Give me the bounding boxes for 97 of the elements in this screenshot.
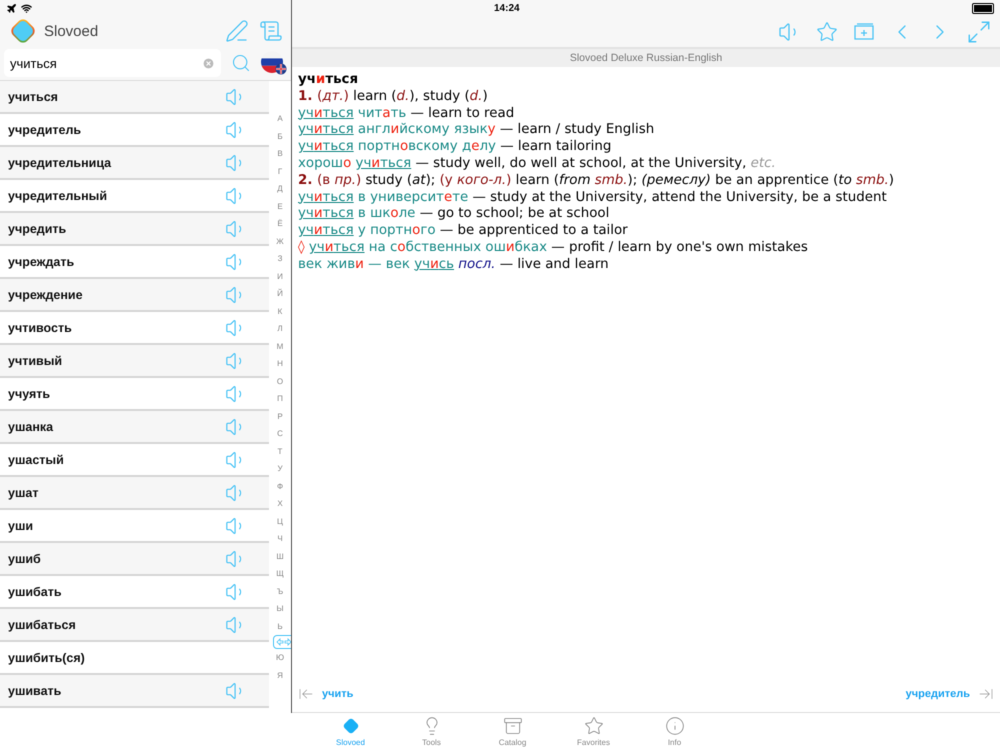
index-letter[interactable]: Ч	[277, 530, 283, 548]
index-letter[interactable]: К	[278, 302, 282, 320]
entry-line: учиться	[298, 72, 360, 89]
entry-line: учиться у портного — be apprenticed to a tailor	[298, 223, 629, 240]
entry-line: учиться портновскому делу — learn tailoring	[298, 139, 612, 156]
index-letter[interactable]: У	[277, 460, 283, 478]
index-letter[interactable]: Ъ	[276, 582, 284, 600]
index-letter[interactable]: Е	[277, 198, 283, 215]
word-list-item[interactable]: ушат	[0, 477, 269, 510]
tab[interactable]: Slovoed	[310, 713, 391, 750]
word-list-item[interactable]: учреждение	[0, 279, 269, 312]
entry-line: хорошо учиться — study well, do well at school, at the University, etc.	[298, 156, 777, 173]
word-link[interactable]: учись	[414, 256, 454, 272]
index-letter[interactable]: Р	[277, 408, 283, 425]
tab-label: Slovoed	[336, 738, 365, 747]
tab[interactable]: Catalog	[472, 713, 553, 750]
tab[interactable]: Info	[634, 713, 715, 750]
entry-line: учиться читать — learn to read	[298, 106, 516, 122]
star-icon	[584, 716, 604, 736]
word-list-item[interactable]: учредительница	[0, 147, 269, 180]
word-list-item[interactable]: ушанка	[0, 411, 269, 444]
airplane-icon	[6, 2, 17, 14]
next-icon[interactable]	[978, 686, 994, 702]
index-letter[interactable]: Ш	[276, 548, 284, 565]
word-link[interactable]: учиться	[298, 106, 354, 121]
previous-icon[interactable]	[298, 686, 314, 702]
word-link[interactable]: учиться	[298, 190, 354, 205]
tab[interactable]: Tools	[391, 713, 472, 750]
index-letter[interactable]: Ф	[276, 478, 284, 495]
entry-line: учиться в университете — study at the University, attend the University, be a student	[298, 190, 888, 206]
tab-label: Tools	[422, 738, 441, 747]
drawer-icon	[502, 716, 522, 736]
index-letter[interactable]: В	[277, 145, 283, 162]
index-letter[interactable]: И	[277, 268, 283, 285]
tab-label: Info	[668, 738, 682, 747]
status-time: 14:24	[494, 2, 520, 14]
index-letter[interactable]: П	[277, 390, 283, 408]
index-letter[interactable]: С	[277, 425, 283, 442]
arrows-icon	[276, 638, 291, 646]
splitter-handle[interactable]	[273, 635, 291, 649]
index-letter[interactable]: Я	[277, 666, 283, 684]
word-list-item[interactable]: учредить	[0, 213, 269, 246]
history-icon[interactable]	[259, 19, 283, 43]
index-letter[interactable]: Ь	[277, 618, 283, 635]
tab-label: Favorites	[577, 738, 610, 747]
search-field[interactable]: учиться	[10, 56, 202, 70]
index-letter[interactable]: Г	[278, 162, 282, 180]
entry-line: 1. (дт.) learn (d.), study (d.)	[298, 88, 489, 106]
word-list-item[interactable]: ушибаться	[0, 609, 269, 642]
entry-line: век живи — век учись посл. — live and learn	[298, 256, 610, 274]
info-icon	[664, 716, 684, 736]
index-letter[interactable]: О	[276, 372, 284, 390]
star-icon[interactable]	[816, 20, 838, 42]
previous-word-link[interactable]: учить	[322, 688, 354, 700]
entry-line: ◊ учиться на собственных ошибках — profit / learn by one's own mistakes	[298, 240, 809, 257]
index-letter[interactable]: Ж	[276, 232, 284, 250]
index-letter[interactable]: Ы	[276, 600, 284, 618]
next-word-link[interactable]: учредитель	[906, 688, 970, 700]
dictionary-title: Slovoed Deluxe Russian-English	[292, 49, 1000, 67]
word-link[interactable]: учиться	[356, 156, 412, 171]
handwriting-icon[interactable]	[225, 19, 249, 43]
index-letter[interactable]: М	[276, 338, 284, 355]
index-letter[interactable]: Б	[277, 128, 283, 145]
index-letter[interactable]: Ю	[276, 649, 284, 666]
word-list-item[interactable]: ушивать	[0, 675, 269, 708]
index-letter[interactable]: Х	[277, 495, 283, 512]
index-letter[interactable]: Д	[277, 180, 283, 198]
add-card-icon[interactable]	[852, 22, 876, 40]
expand-icon[interactable]	[966, 18, 992, 44]
index-letter[interactable]: Щ	[276, 565, 284, 582]
entry-line: учиться английскому языку — learn / study English	[298, 122, 656, 140]
index-letter[interactable]: Ё	[277, 215, 283, 232]
tab[interactable]: Favorites	[553, 713, 634, 750]
clear-icon[interactable]	[202, 56, 215, 70]
word-list-item[interactable]: учиться	[0, 81, 269, 114]
entry-line: 2. (в пр.) study (at); (у кого-л.) learn (from smb.); (ремеслу) be an apprentice (to smb.)	[298, 172, 896, 190]
index-letter[interactable]: Т	[278, 442, 282, 460]
battery-icon	[972, 2, 994, 14]
word-link[interactable]: учиться	[298, 139, 354, 154]
index-letter[interactable]: Й	[277, 285, 283, 302]
word-link[interactable]: учиться	[308, 240, 365, 255]
search-box[interactable]: учиться	[4, 49, 221, 77]
entry-line: учиться в школе — go to school; be at school	[298, 206, 610, 224]
tab-label: Catalog	[498, 738, 526, 747]
index-letter[interactable]: Н	[277, 355, 283, 372]
search-icon[interactable]	[231, 53, 251, 73]
index-letter[interactable]: Л	[277, 320, 283, 338]
wifi-icon	[21, 2, 32, 14]
word-list-item[interactable]: учтивый	[0, 345, 269, 378]
index-letter[interactable]: З	[278, 250, 282, 268]
word-link[interactable]: учиться	[298, 122, 354, 138]
word-list-item[interactable]: ушиб	[0, 543, 269, 576]
index-letter[interactable]: А	[277, 110, 283, 128]
index-letter[interactable]: Ц	[277, 512, 283, 530]
word-link[interactable]: учиться	[298, 206, 354, 222]
app-name: Slovoed	[44, 22, 98, 40]
word-link[interactable]: учиться	[298, 223, 354, 238]
